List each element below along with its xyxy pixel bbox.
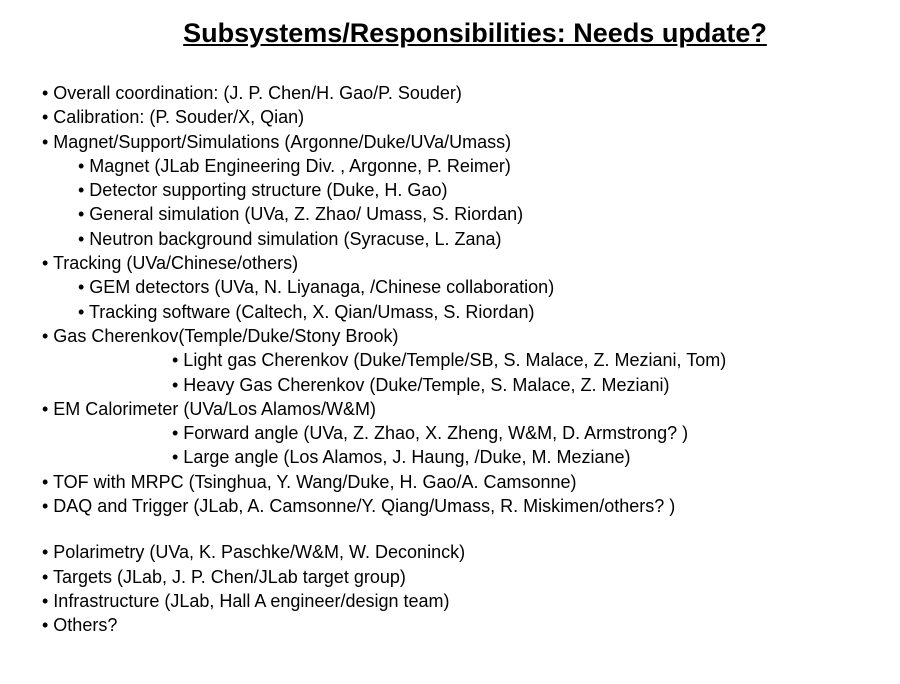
bullet-gem-detectors: • GEM detectors (UVa, N. Liyanaga, /Chin…: [42, 275, 900, 299]
content-body: • Overall coordination: (J. P. Chen/H. G…: [0, 81, 900, 638]
bullet-tracking: • Tracking (UVa/Chinese/others): [42, 251, 900, 275]
bullet-polarimetry: • Polarimetry (UVa, K. Paschke/W&M, W. D…: [42, 540, 900, 564]
section-divider-gap: [42, 518, 900, 540]
bullet-heavy-gas-cherenkov: • Heavy Gas Cherenkov (Duke/Temple, S. M…: [42, 373, 900, 397]
bullet-tracking-software: • Tracking software (Caltech, X. Qian/Um…: [42, 300, 900, 324]
bullet-infrastructure: • Infrastructure (JLab, Hall A engineer/…: [42, 589, 900, 613]
bullet-overall-coordination: • Overall coordination: (J. P. Chen/H. G…: [42, 81, 900, 105]
bullet-detector-structure: • Detector supporting structure (Duke, H…: [42, 178, 900, 202]
bullet-large-angle: • Large angle (Los Alamos, J. Haung, /Du…: [42, 445, 900, 469]
bullet-targets: • Targets (JLab, J. P. Chen/JLab target …: [42, 565, 900, 589]
bullet-em-calorimeter: • EM Calorimeter (UVa/Los Alamos/W&M): [42, 397, 900, 421]
bullet-forward-angle: • Forward angle (UVa, Z. Zhao, X. Zheng,…: [42, 421, 900, 445]
bullet-daq-trigger: • DAQ and Trigger (JLab, A. Camsonne/Y. …: [42, 494, 900, 518]
bullet-general-simulation: • General simulation (UVa, Z. Zhao/ Umas…: [42, 202, 900, 226]
bullet-magnet: • Magnet (JLab Engineering Div. , Argonn…: [42, 154, 900, 178]
bullet-calibration: • Calibration: (P. Souder/X, Qian): [42, 105, 900, 129]
bullet-neutron-background: • Neutron background simulation (Syracus…: [42, 227, 900, 251]
bullet-magnet-support: • Magnet/Support/Simulations (Argonne/Du…: [42, 130, 900, 154]
bullet-light-gas-cherenkov: • Light gas Cherenkov (Duke/Temple/SB, S…: [42, 348, 900, 372]
bullet-gas-cherenkov: • Gas Cherenkov(Temple/Duke/Stony Brook): [42, 324, 900, 348]
bullet-others: • Others?: [42, 613, 900, 637]
bullet-tof-mrpc: • TOF with MRPC (Tsinghua, Y. Wang/Duke,…: [42, 470, 900, 494]
page-title: Subsystems/Responsibilities: Needs updat…: [0, 18, 900, 49]
